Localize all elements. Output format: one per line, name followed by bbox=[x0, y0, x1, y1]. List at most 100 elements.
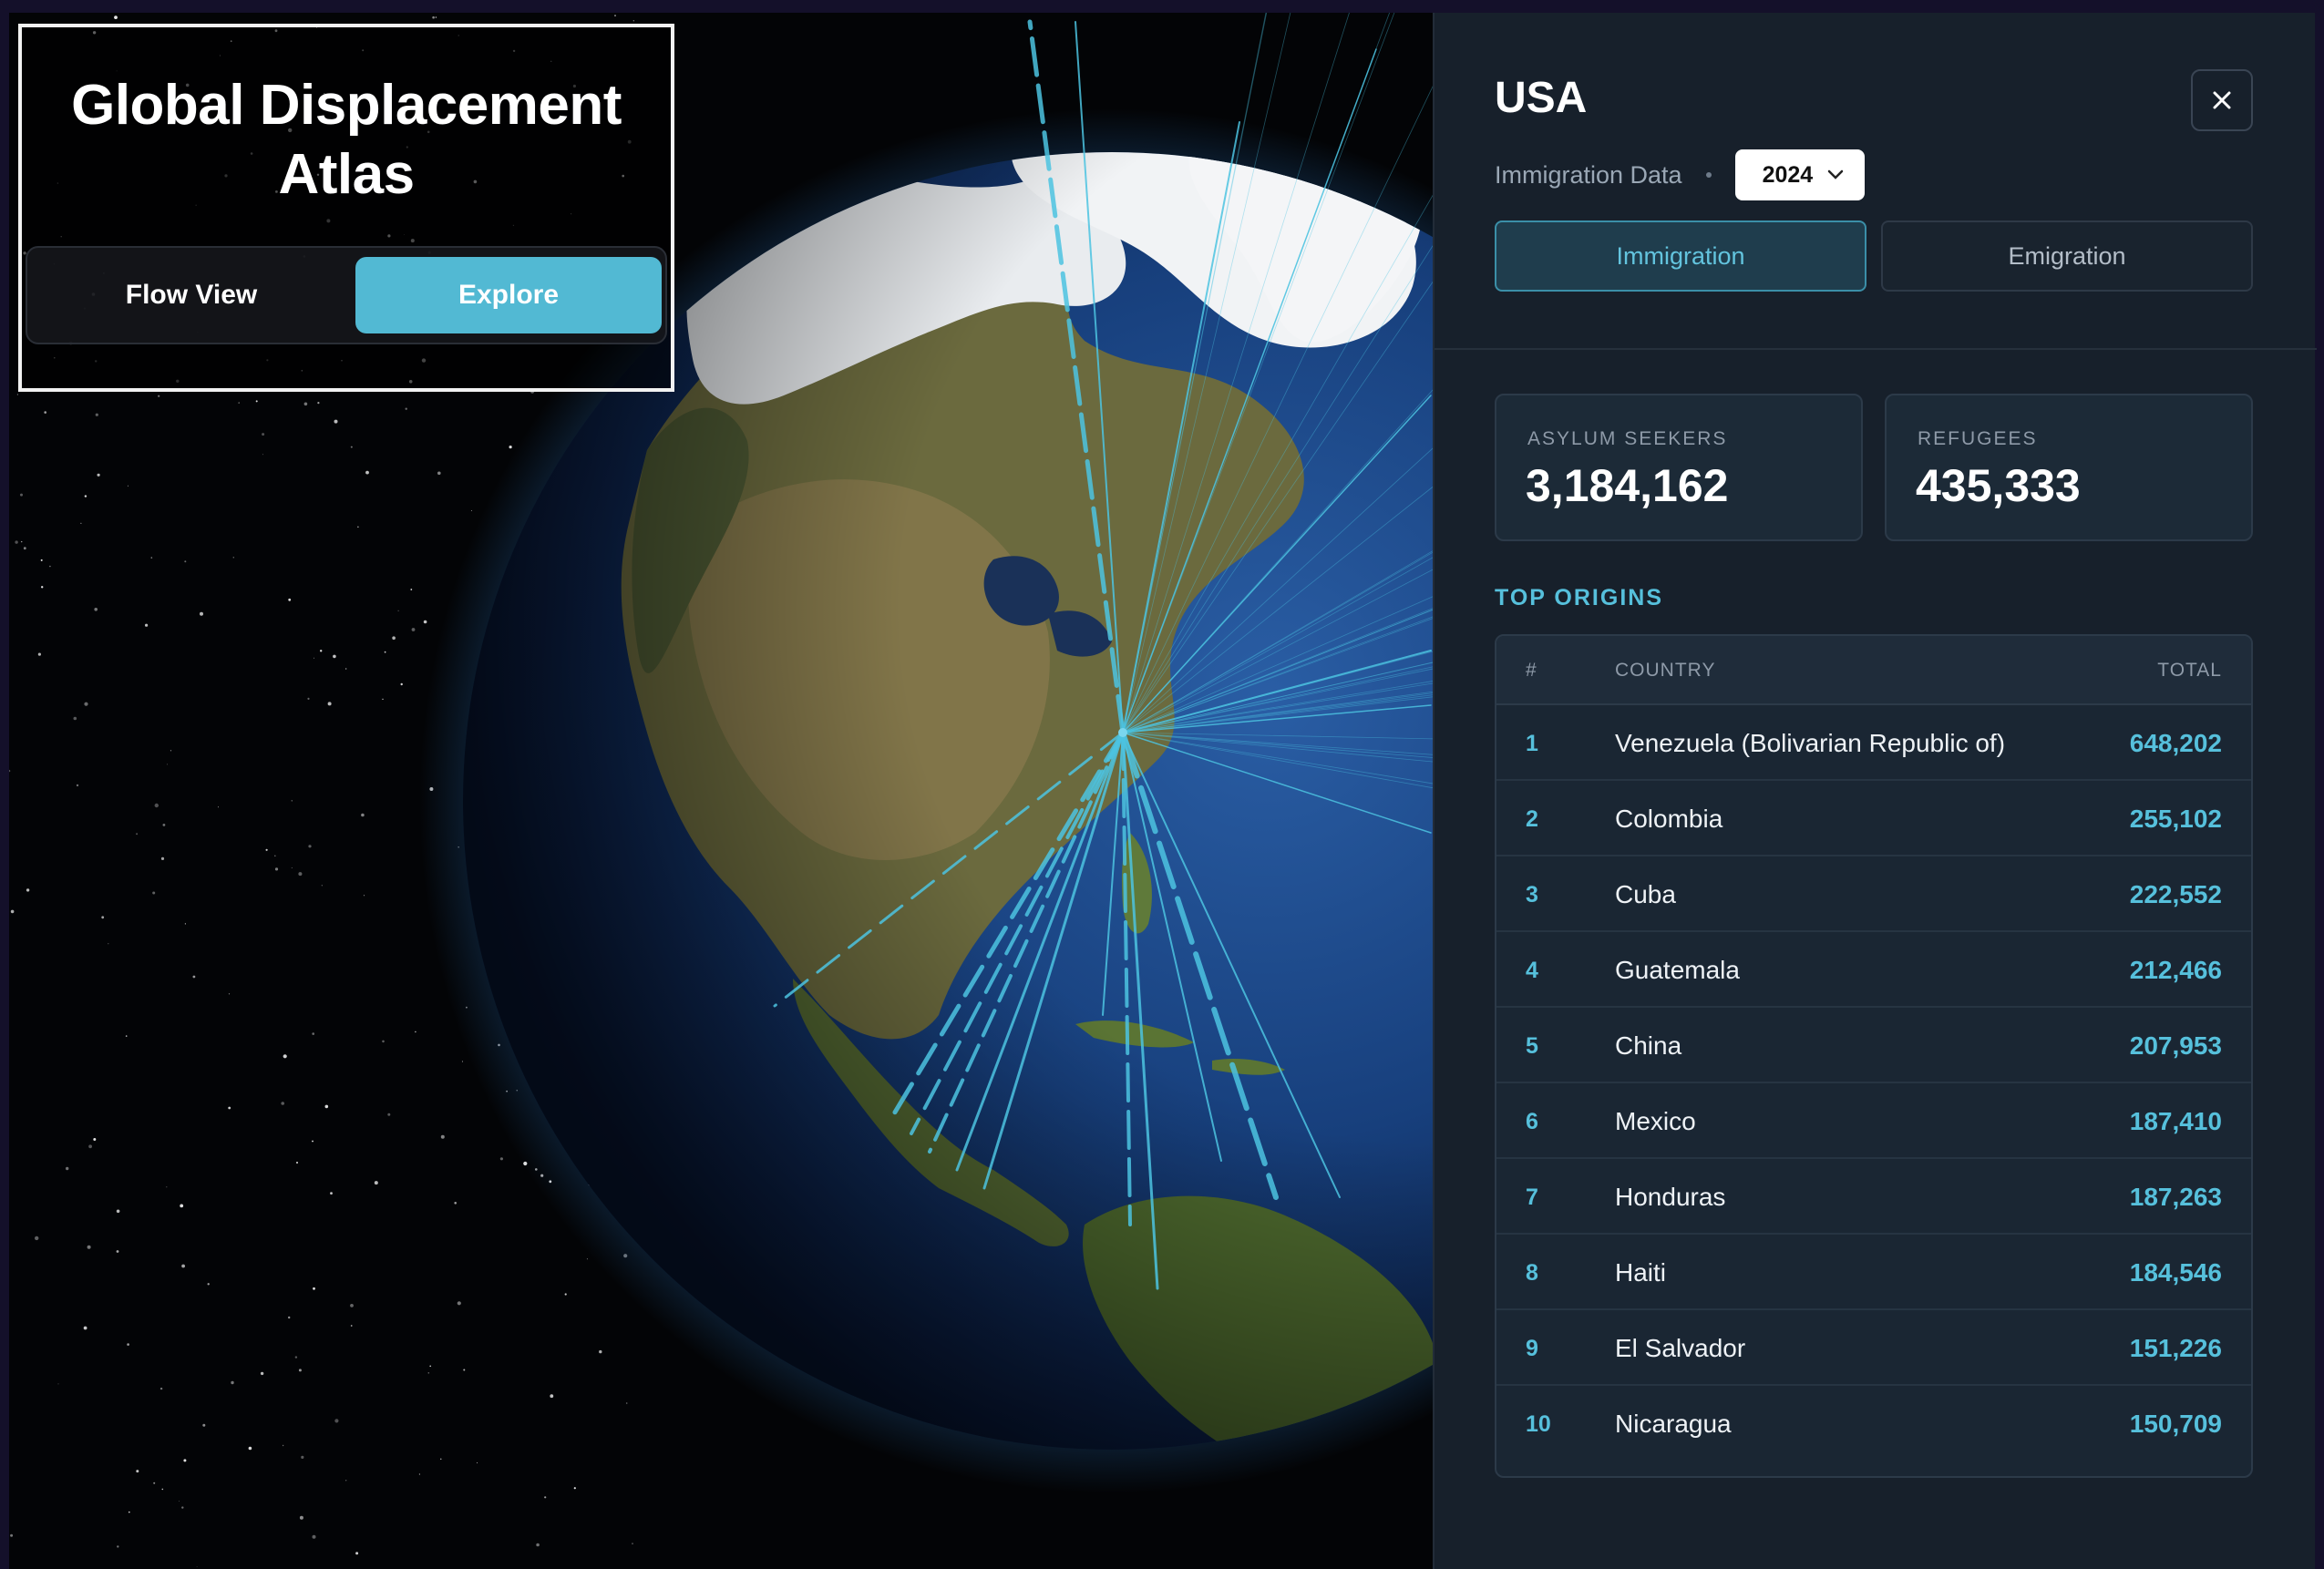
star bbox=[181, 1264, 186, 1268]
row-rank: 10 bbox=[1526, 1411, 1551, 1437]
table-row[interactable]: 1 Venezuela (Bolivarian Republic of) 648… bbox=[1496, 705, 2251, 781]
star bbox=[44, 411, 46, 414]
star bbox=[477, 1461, 478, 1463]
star bbox=[153, 1482, 156, 1484]
table-row[interactable]: 3 Cuba 222,552 bbox=[1496, 856, 2251, 932]
star bbox=[152, 891, 156, 895]
star bbox=[317, 402, 320, 405]
row-total: 187,410 bbox=[2129, 1107, 2222, 1135]
star bbox=[265, 848, 268, 851]
chevron-down-icon bbox=[1827, 169, 1844, 179]
star bbox=[116, 1209, 120, 1214]
star bbox=[101, 916, 105, 919]
column-header-total: TOTAL bbox=[2157, 660, 2222, 681]
row-country: Honduras bbox=[1615, 1183, 1726, 1211]
stat-card-asylum-seekers: ASYLUM SEEKERS 3,184,162 bbox=[1495, 394, 1863, 541]
table-row[interactable]: 8 Haiti 184,546 bbox=[1496, 1235, 2251, 1310]
star bbox=[423, 620, 427, 624]
star bbox=[440, 1134, 445, 1139]
star bbox=[454, 1202, 458, 1205]
close-button[interactable] bbox=[2191, 69, 2253, 131]
explore-button[interactable]: Explore bbox=[355, 257, 662, 333]
star bbox=[382, 1040, 385, 1043]
star bbox=[262, 454, 263, 456]
usa-hub-marker[interactable] bbox=[1118, 728, 1127, 737]
star bbox=[324, 1104, 329, 1109]
panel-subtitle: Immigration Data bbox=[1495, 160, 1682, 189]
row-rank: 6 bbox=[1526, 1109, 1538, 1134]
star bbox=[76, 784, 79, 787]
star bbox=[303, 402, 308, 406]
table-row[interactable]: 6 Mexico 187,410 bbox=[1496, 1083, 2251, 1159]
star bbox=[218, 806, 219, 808]
star bbox=[283, 1054, 287, 1059]
star bbox=[94, 608, 98, 611]
star bbox=[334, 419, 338, 424]
table-row[interactable]: 2 Colombia 255,102 bbox=[1496, 781, 2251, 856]
star bbox=[384, 651, 386, 653]
top-origins-heading: TOP ORIGINS bbox=[1495, 585, 1664, 610]
star bbox=[536, 1543, 540, 1547]
star bbox=[294, 1356, 298, 1359]
top-origins-table: # COUNTRY TOTAL 1 Venezuela (Bolivarian … bbox=[1495, 634, 2253, 1478]
star bbox=[127, 485, 129, 487]
star bbox=[411, 628, 416, 631]
star bbox=[418, 1473, 420, 1475]
star bbox=[461, 1061, 463, 1062]
year-select[interactable]: 2024 bbox=[1734, 149, 1865, 200]
star bbox=[288, 1316, 291, 1319]
table-row[interactable]: 9 El Salvador 151,226 bbox=[1496, 1310, 2251, 1386]
star bbox=[440, 1458, 442, 1461]
row-country: China bbox=[1615, 1031, 1682, 1060]
table-row[interactable]: 10 Nicaragua 150,709 bbox=[1496, 1386, 2251, 1461]
tab-emigration[interactable]: Emigration bbox=[1881, 220, 2253, 292]
star bbox=[350, 1325, 353, 1327]
row-total: 648,202 bbox=[2129, 729, 2222, 757]
row-country: El Salvador bbox=[1615, 1334, 1746, 1362]
star bbox=[179, 1501, 180, 1502]
star bbox=[125, 1035, 128, 1037]
star bbox=[158, 395, 160, 397]
row-rank: 3 bbox=[1526, 882, 1538, 908]
star bbox=[154, 803, 159, 808]
row-country: Cuba bbox=[1615, 880, 1676, 908]
star bbox=[57, 1383, 59, 1385]
star bbox=[288, 598, 292, 601]
star bbox=[248, 1446, 252, 1451]
star bbox=[200, 611, 203, 616]
star bbox=[228, 1106, 231, 1110]
star bbox=[382, 698, 384, 701]
star bbox=[16, 394, 18, 395]
table-row[interactable]: 5 China 207,953 bbox=[1496, 1008, 2251, 1083]
table-row[interactable]: 7 Honduras 187,263 bbox=[1496, 1159, 2251, 1235]
star bbox=[97, 473, 100, 477]
column-header-country: COUNTRY bbox=[1615, 660, 1716, 681]
table-row[interactable]: 4 Guatemala 212,466 bbox=[1496, 932, 2251, 1008]
star bbox=[136, 1470, 139, 1473]
star bbox=[129, 1511, 130, 1513]
star bbox=[66, 1166, 69, 1171]
star bbox=[88, 1144, 92, 1149]
star bbox=[170, 750, 172, 752]
row-rank: 9 bbox=[1526, 1336, 1538, 1361]
title-card: Global Displacement Atlas Flow View Expl… bbox=[18, 24, 674, 392]
star bbox=[298, 1369, 302, 1372]
view-toggle: Flow View Explore bbox=[26, 246, 667, 344]
star bbox=[599, 1349, 602, 1354]
star bbox=[291, 867, 293, 868]
star bbox=[181, 1506, 184, 1509]
star bbox=[327, 702, 332, 706]
star bbox=[509, 446, 512, 449]
star bbox=[312, 1032, 315, 1035]
star bbox=[15, 540, 18, 544]
globe-viewport[interactable]: Global Displacement Atlas Flow View Expl… bbox=[9, 13, 1433, 1569]
star bbox=[281, 1102, 285, 1105]
star bbox=[87, 1245, 91, 1249]
flow-view-button[interactable]: Flow View bbox=[36, 257, 346, 333]
star bbox=[21, 540, 23, 543]
star bbox=[136, 833, 139, 836]
star bbox=[313, 1287, 315, 1290]
tab-immigration[interactable]: Immigration bbox=[1495, 220, 1866, 292]
star bbox=[307, 697, 310, 701]
star bbox=[160, 856, 165, 861]
